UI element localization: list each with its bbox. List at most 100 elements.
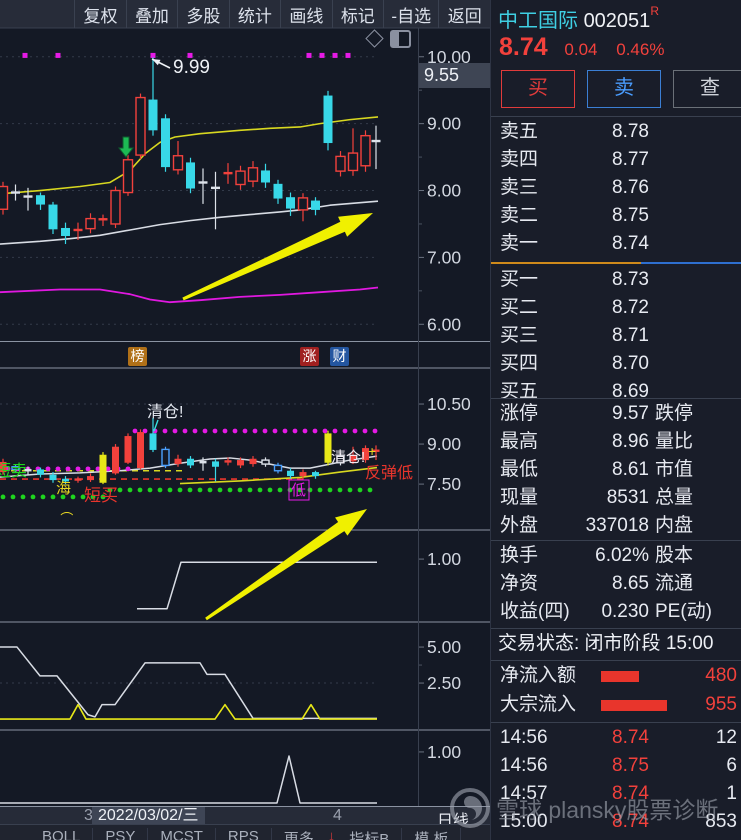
ask5-price: 8.78 [612, 121, 649, 142]
market-cap-label: 市值 [655, 459, 694, 480]
tick-time: 14:57 [500, 783, 548, 804]
bid-ask-divider [491, 262, 741, 264]
svg-text:清仓!: 清仓! [331, 449, 365, 466]
inner-vol-label: 内盘 [655, 515, 694, 536]
tab-rps[interactable]: RPS [216, 828, 272, 840]
svg-text:6.00: 6.00 [427, 314, 461, 334]
panel-toggle-icon[interactable] [390, 30, 411, 48]
indicator-tab-row: BOLL PSY MCST RPS 更多 ↓ 指标B 模 板 [0, 824, 490, 840]
tab-boll[interactable]: BOLL [30, 828, 94, 840]
tab-mcst[interactable]: MCST [148, 828, 216, 840]
tick-price: 8.74 [612, 727, 649, 748]
block-inflow-bar [601, 700, 667, 711]
stock-name: 中工国际 [498, 10, 578, 32]
tick-row[interactable]: 15:00 8.74 853 [491, 808, 741, 836]
date-frag-right: 4 [333, 807, 342, 824]
outer-vol-label: 外盘 [500, 515, 539, 536]
bid-row-3[interactable]: 买三 8.71 [491, 322, 741, 350]
tick-vol: 1 [726, 783, 737, 804]
stat-row: 净资 8.65 流通 [491, 570, 741, 598]
tab-template[interactable]: 模 板 [402, 828, 462, 840]
sell-button[interactable]: 卖 [587, 70, 661, 108]
bid-row-1[interactable]: 买一 8.73 [491, 266, 741, 294]
svg-text:1.00: 1.00 [427, 549, 461, 569]
current-vol-label: 现量 [500, 487, 539, 508]
bid2-label: 买二 [500, 297, 539, 318]
quote-panel: 中工国际 002051R 8.74 0.04 0.46% 买 卖 查 卖五 8.… [490, 0, 741, 840]
selected-date[interactable]: 2022/03/02/三 [92, 807, 205, 825]
divider [491, 540, 741, 541]
bid1-label: 买一 [500, 269, 539, 290]
tick-time: 15:00 [500, 811, 548, 832]
limit-up-value: 9.57 [612, 403, 649, 424]
tick-row[interactable]: 14:56 8.75 6 [491, 752, 741, 780]
tab-indicator-b[interactable]: 指标B [337, 828, 403, 840]
pe-label: PE(动) [655, 601, 713, 622]
divider [491, 398, 741, 399]
bid-row-2[interactable]: 买二 8.72 [491, 294, 741, 322]
tab-more[interactable]: 更多 [272, 828, 326, 840]
buy-button[interactable]: 买 [501, 70, 575, 108]
svg-text:9.00: 9.00 [427, 114, 461, 134]
eps-label: 收益(四) [500, 601, 570, 622]
svg-text:5.00: 5.00 [427, 637, 461, 657]
axis-price-badge: 9.55 [419, 63, 490, 88]
badge-cai[interactable]: 财 [330, 347, 349, 366]
tick-row[interactable]: 14:56 8.74 12 [491, 724, 741, 752]
svg-text:（: （ [59, 503, 74, 516]
net-inflow-value: 480 [705, 665, 737, 686]
ask4-label: 卖四 [500, 149, 539, 170]
badge-zhang[interactable]: 涨 [300, 347, 319, 366]
price-row: 8.74 0.04 0.46% [499, 33, 664, 62]
low-value: 8.61 [612, 459, 649, 480]
stat-row: 外盘 337018 内盘 [491, 512, 741, 540]
badge-bang[interactable]: 榜 [128, 347, 147, 366]
stat-row: 换手 6.02% 股本 [491, 542, 741, 570]
tick-row[interactable]: 14:57 8.74 1 [491, 780, 741, 808]
svg-text:+: + [368, 443, 376, 459]
turnover-value: 6.02% [595, 545, 649, 566]
more-arrow-icon: ↓ [327, 828, 336, 840]
tick-price: 8.74 [612, 783, 649, 804]
tab-psy[interactable]: PSY [93, 828, 149, 840]
bid-row-4[interactable]: 买四 8.70 [491, 350, 741, 378]
stat-row: 收益(四) 0.230 PE(动) [491, 598, 741, 626]
svg-text:反弹低: 反弹低 [365, 464, 413, 482]
svg-text:低: 低 [291, 482, 306, 499]
svg-text:清仓!: 清仓! [147, 403, 183, 421]
svg-text:短卖: 短卖 [0, 462, 27, 480]
limit-down-label: 跌停 [655, 403, 694, 424]
ask3-price: 8.76 [612, 177, 649, 198]
ask-row-3[interactable]: 卖三 8.76 [491, 174, 741, 202]
ask-row-5[interactable]: 卖五 8.78 [491, 118, 741, 146]
svg-text:短买: 短买 [84, 486, 118, 505]
volume-ratio-label: 量比 [655, 431, 694, 452]
ask2-price: 8.75 [612, 205, 649, 226]
ask-row-2[interactable]: 卖二 8.75 [491, 202, 741, 230]
date-axis-bar: 3 2022/03/02/三 4 日线 [0, 806, 490, 830]
chart-canvas[interactable]: 10.009.008.007.006.0010.509.007.501.005.… [0, 0, 490, 824]
bid3-price: 8.71 [612, 325, 649, 346]
bid4-price: 8.70 [612, 353, 649, 374]
bid3-label: 买三 [500, 325, 539, 346]
ask2-label: 卖二 [500, 205, 539, 226]
eps-value: 0.230 [601, 601, 649, 622]
ask3-label: 卖三 [500, 177, 539, 198]
tick-price: 8.75 [612, 755, 649, 776]
turnover-label: 换手 [500, 545, 539, 566]
bid2-price: 8.72 [612, 297, 649, 318]
session-status-band: 交易状态: 闭市阶段 15:00 [491, 628, 741, 661]
session-status-text: 交易状态: 闭市阶段 15:00 [498, 633, 714, 654]
ask-row-4[interactable]: 卖四 8.77 [491, 146, 741, 174]
stock-header: 中工国际 002051R [498, 4, 659, 33]
share-capital-label: 股本 [655, 545, 694, 566]
net-inflow-bar [601, 671, 639, 682]
svg-text:9.99: 9.99 [173, 57, 210, 78]
total-vol-label: 总量 [655, 487, 694, 508]
ask-row-1[interactable]: 卖一 8.74 [491, 230, 741, 258]
stat-row: 最高 8.96 量比 [491, 428, 741, 456]
query-button[interactable]: 查 [673, 70, 741, 108]
net-inflow-label: 净流入额 [500, 665, 577, 686]
svg-text:9.00: 9.00 [427, 434, 461, 454]
high-value: 8.96 [612, 431, 649, 452]
